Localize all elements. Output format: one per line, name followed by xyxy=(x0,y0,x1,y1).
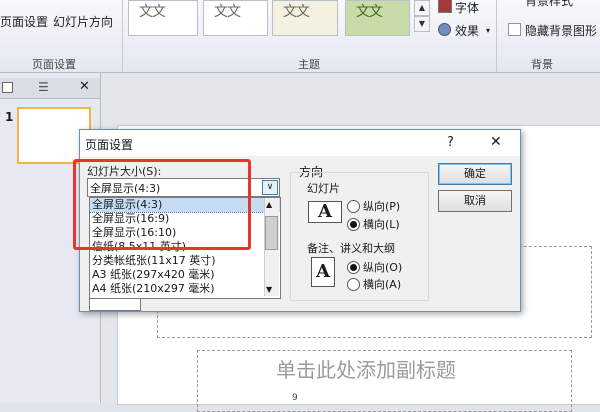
scroll-down-icon[interactable]: ▼ xyxy=(266,285,272,294)
theme-thumb-text: 文文 xyxy=(356,4,383,20)
slide-landscape-radio[interactable] xyxy=(347,218,360,231)
hide-background-checkbox[interactable] xyxy=(508,23,521,36)
scrollbar-thumb[interactable] xyxy=(265,216,278,250)
list-item[interactable]: 分类帐纸张(11x17 英寸) xyxy=(90,254,280,268)
slide-landscape-label: 横向(L) xyxy=(363,218,400,231)
notes-landscape-radio[interactable] xyxy=(347,278,360,291)
slide-number: 1 xyxy=(5,110,14,124)
notes-group-label: 备注、讲义和大纲 xyxy=(307,242,395,255)
group-label-page-setup: 页面设置 xyxy=(32,58,76,71)
hidden-number-field[interactable] xyxy=(89,298,141,311)
close-icon[interactable]: ✕ xyxy=(490,134,502,150)
slide-portrait-radio[interactable] xyxy=(347,200,360,213)
help-icon[interactable]: ? xyxy=(447,135,454,150)
close-pane-icon[interactable]: ✕ xyxy=(79,79,90,94)
theme-effects-button[interactable]: 效果 xyxy=(455,22,479,39)
dialog-titlebar xyxy=(80,130,520,156)
notes-landscape-label: 横向(A) xyxy=(363,278,402,291)
chevron-down-icon[interactable]: ∨ xyxy=(262,180,278,195)
group-label-background: 背景 xyxy=(531,58,553,71)
theme-thumb-text: 文文 xyxy=(139,4,166,20)
theme-thumbnail-1[interactable]: 文文 xyxy=(128,0,198,36)
theme-thumbnail-3[interactable]: 文文 xyxy=(272,0,338,36)
dialog-title: 页面设置 xyxy=(85,138,134,152)
page-setup-button[interactable]: 页面设置 xyxy=(0,13,48,30)
outline-tab-icon[interactable]: ☰ xyxy=(38,80,49,94)
slide-portrait-label: 纵向(P) xyxy=(363,200,401,213)
list-item[interactable]: A4 纸张(210x297 毫米) xyxy=(90,282,280,296)
portrait-page-icon: A xyxy=(311,257,335,287)
notes-portrait-radio[interactable] xyxy=(347,261,360,274)
highlight-box xyxy=(73,159,251,250)
scroll-up-icon[interactable]: ▲ xyxy=(266,200,272,209)
background-styles-button[interactable]: 背景样式 xyxy=(525,0,573,9)
theme-fonts-button[interactable]: 字体 xyxy=(455,0,479,16)
theme-scroll-down[interactable]: ▼ xyxy=(414,16,430,32)
ok-button[interactable]: 确定 xyxy=(438,163,512,185)
slide-small-number: 9 xyxy=(292,393,298,403)
slides-tab-icon[interactable] xyxy=(2,82,13,93)
slides-group-label: 幻灯片 xyxy=(307,182,340,195)
ribbon-divider xyxy=(122,0,123,72)
theme-thumb-text: 文文 xyxy=(283,4,310,20)
hide-background-label: 隐藏背景图形 xyxy=(525,24,598,38)
ribbon-divider xyxy=(496,0,497,72)
font-icon xyxy=(438,0,452,13)
landscape-page-icon: A xyxy=(308,201,342,223)
notes-portrait-label: 纵向(O) xyxy=(363,261,403,274)
theme-thumbnail-4[interactable]: 文文 xyxy=(345,0,410,36)
theme-thumbnail-2[interactable]: 文文 xyxy=(203,0,268,36)
group-label-themes: 主题 xyxy=(298,58,320,71)
chevron-down-icon: ▾ xyxy=(486,26,491,35)
cancel-button[interactable]: 取消 xyxy=(438,190,512,212)
effects-icon xyxy=(438,23,451,36)
subtitle-placeholder-text: 单击此处添加副标题 xyxy=(276,358,456,382)
theme-thumb-text: 文文 xyxy=(214,4,241,20)
slide-orientation-button[interactable]: 幻灯片方向 xyxy=(53,13,113,30)
theme-scroll-up[interactable]: ▲ xyxy=(414,0,430,16)
list-item[interactable]: A3 纸张(297x420 毫米) xyxy=(90,268,280,282)
